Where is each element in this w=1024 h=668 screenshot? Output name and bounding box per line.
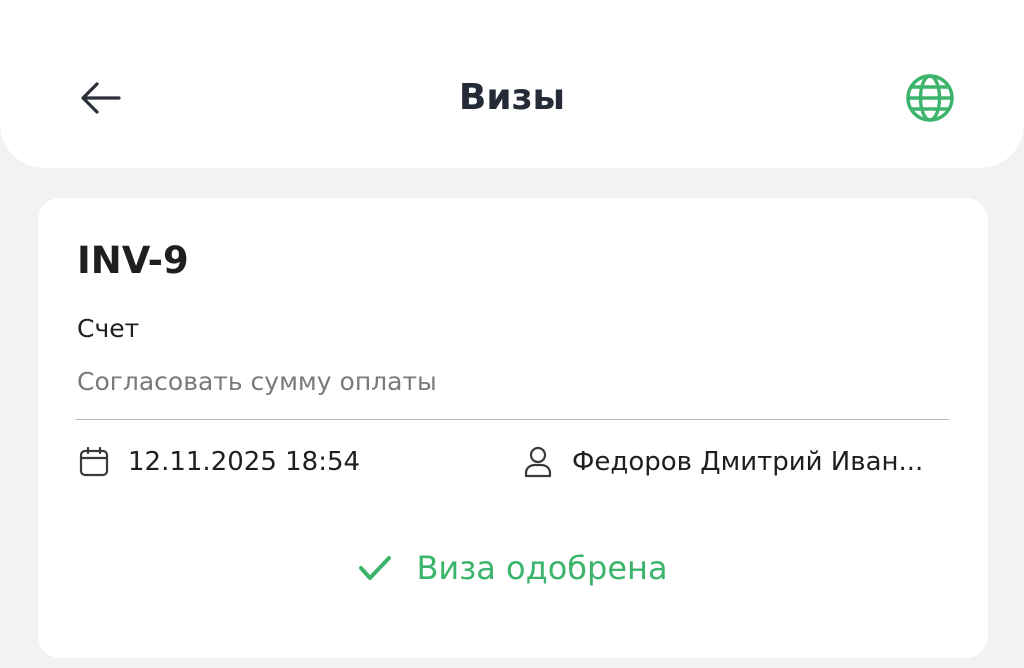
divider [76, 419, 949, 420]
calendar-icon [79, 446, 109, 477]
document-description: Согласовать сумму оплаты [77, 367, 437, 396]
language-button[interactable] [900, 70, 960, 126]
visa-card[interactable]: INV-9 Счет Согласовать сумму оплаты 12.1… [38, 198, 988, 658]
app-header: Визы [0, 0, 1024, 168]
visa-status: Виза одобрена [38, 544, 988, 592]
check-icon [359, 556, 392, 580]
document-number: INV-9 [77, 239, 189, 282]
person-info: Федоров Дмитрий Иван... [522, 442, 952, 482]
date-info: 12.11.2025 18:54 [78, 442, 360, 482]
user-icon [524, 446, 552, 478]
status-label: Виза одобрена [416, 549, 668, 587]
visa-date: 12.11.2025 18:54 [128, 447, 361, 477]
page-title: Визы [458, 77, 566, 118]
person-name: Федоров Дмитрий Иван... [572, 447, 924, 477]
document-type: Счет [77, 314, 140, 343]
globe-icon [906, 74, 954, 122]
